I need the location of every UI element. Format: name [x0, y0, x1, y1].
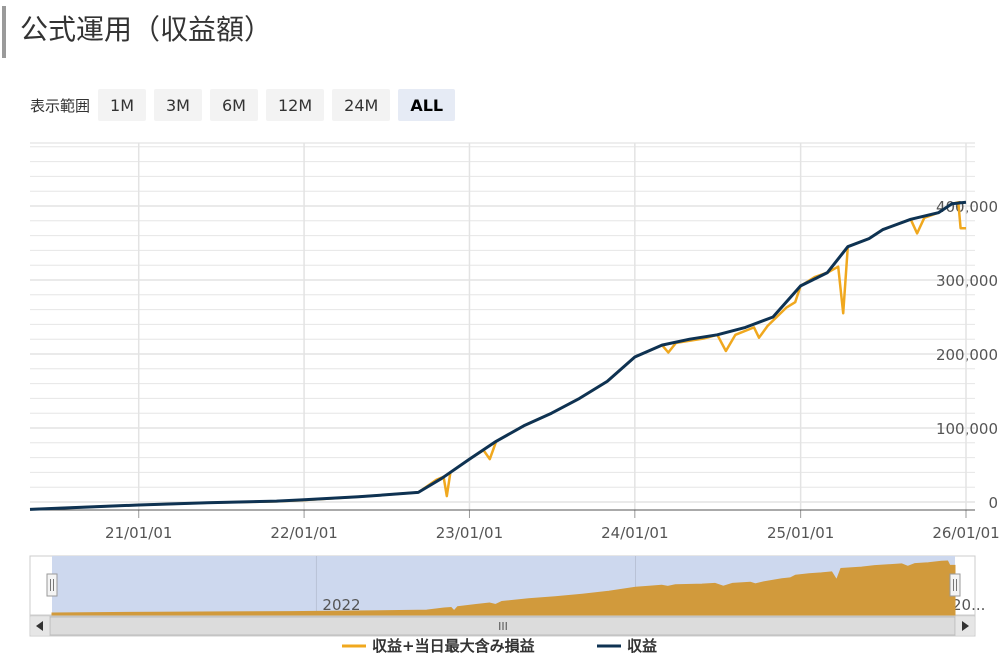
- handle-body[interactable]: [46, 573, 58, 597]
- scroll-left-button[interactable]: [31, 617, 49, 635]
- scrollbar-grip-icon: III: [498, 620, 508, 633]
- x-tick-label: 23/01/01: [436, 524, 503, 542]
- y-tick-label: 200,000: [936, 346, 998, 364]
- y-tick-label: 300,000: [936, 272, 998, 290]
- legend-label: 収益+当日最大含み損益: [372, 637, 535, 655]
- chart-canvas: 0100,000200,000300,000400,00021/01/01 22/…: [29, 142, 1000, 655]
- x-tick-label: 21/01/01: [105, 524, 172, 542]
- scroll-right-button[interactable]: [956, 617, 974, 635]
- y-tick-label: 100,000: [936, 420, 998, 438]
- x-tick-label: 24/01/01: [601, 524, 668, 542]
- series-line-realized: [29, 200, 967, 511]
- series-line-with-unrealized: [29, 201, 966, 511]
- minor-gridlines: [30, 146, 975, 503]
- y-tick-label: 0: [988, 494, 998, 512]
- x-tick-label: 22/01/01: [270, 524, 337, 542]
- legend-item[interactable]: 収益+当日最大含み損益: [342, 637, 535, 655]
- navigator-left-handle[interactable]: [46, 573, 58, 597]
- navigator-year-label: 20...: [952, 596, 985, 614]
- legend-label: 収益: [627, 637, 657, 655]
- legend-item[interactable]: 収益: [597, 637, 657, 655]
- handle-body[interactable]: [949, 573, 961, 597]
- navigator-right-handle[interactable]: [949, 573, 961, 597]
- x-tick-label: 26/01/01: [932, 524, 999, 542]
- x-tick-label: 25/01/01: [767, 524, 834, 542]
